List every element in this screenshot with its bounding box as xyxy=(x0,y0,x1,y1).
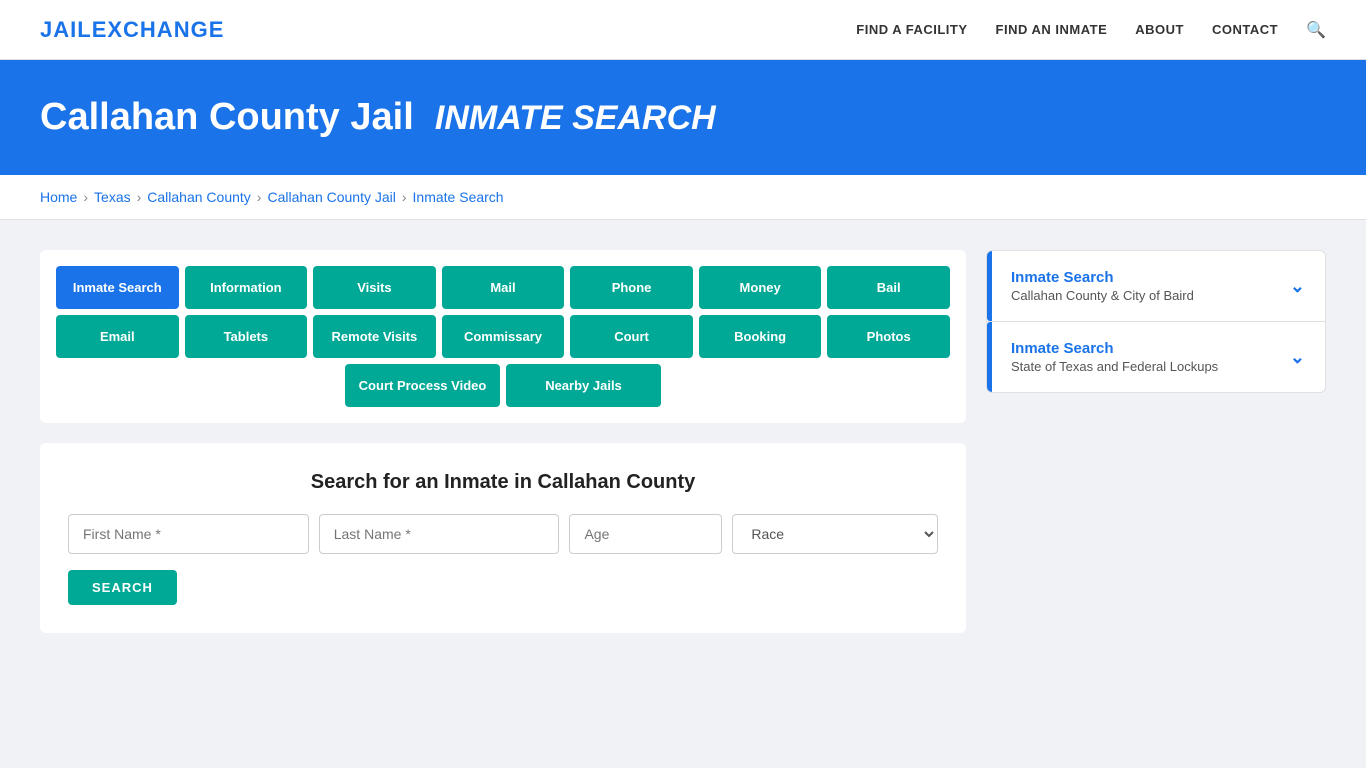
btn-visits[interactable]: Visits xyxy=(313,266,436,309)
sidebar-item-2-title: Inmate Search xyxy=(1011,340,1218,357)
btn-mail[interactable]: Mail xyxy=(442,266,565,309)
hero-title-main: Callahan County Jail xyxy=(40,96,414,138)
breadcrumb-sep-4: › xyxy=(402,189,407,205)
left-column: Inmate Search Information Visits Mail Ph… xyxy=(40,250,966,633)
sidebar-item-1-title: Inmate Search xyxy=(1011,269,1194,286)
sidebar-item-2-left: Inmate Search State of Texas and Federal… xyxy=(1011,340,1218,374)
btn-inmate-search[interactable]: Inmate Search xyxy=(56,266,179,309)
breadcrumb-sep-1: › xyxy=(83,189,88,205)
main-content: Inmate Search Information Visits Mail Ph… xyxy=(0,220,1366,663)
breadcrumb: Home › Texas › Callahan County › Callaha… xyxy=(40,189,1326,205)
search-title: Search for an Inmate in Callahan County xyxy=(68,471,938,494)
age-input[interactable] xyxy=(569,514,722,554)
site-logo[interactable]: JAILEXCHANGE xyxy=(40,17,224,43)
chevron-down-icon-1: ⌄ xyxy=(1290,276,1305,297)
breadcrumb-callahan-county[interactable]: Callahan County xyxy=(147,189,251,205)
nav-find-facility[interactable]: FIND A FACILITY xyxy=(856,22,967,37)
first-name-input[interactable] xyxy=(68,514,309,554)
search-form: Race White Black Hispanic Asian Other xyxy=(68,514,938,554)
btn-money[interactable]: Money xyxy=(699,266,822,309)
hero-section: Callahan County Jail INMATE SEARCH xyxy=(0,60,1366,175)
last-name-input[interactable] xyxy=(319,514,560,554)
nav-btn-row3: Court Process Video Nearby Jails xyxy=(56,364,950,407)
site-header: JAILEXCHANGE FIND A FACILITY FIND AN INM… xyxy=(0,0,1366,60)
sidebar-item-2-subtitle: State of Texas and Federal Lockups xyxy=(1011,359,1218,374)
btn-booking[interactable]: Booking xyxy=(699,315,822,358)
search-icon[interactable]: 🔍 xyxy=(1306,20,1326,40)
sidebar-blue-bar-1 xyxy=(987,251,992,321)
page-title: Callahan County Jail INMATE SEARCH xyxy=(40,96,1326,139)
logo-jail: JAIL xyxy=(40,17,92,42)
sidebar-item-1-left: Inmate Search Callahan County & City of … xyxy=(1011,269,1194,303)
btn-commissary[interactable]: Commissary xyxy=(442,315,565,358)
search-button[interactable]: SEARCH xyxy=(68,570,177,605)
hero-title-italic: INMATE SEARCH xyxy=(435,99,716,137)
btn-court[interactable]: Court xyxy=(570,315,693,358)
chevron-down-icon-2: ⌄ xyxy=(1290,347,1305,368)
breadcrumb-callahan-county-jail[interactable]: Callahan County Jail xyxy=(267,189,395,205)
btn-photos[interactable]: Photos xyxy=(827,315,950,358)
main-nav: FIND A FACILITY FIND AN INMATE ABOUT CON… xyxy=(856,20,1326,40)
sidebar-item-1[interactable]: Inmate Search Callahan County & City of … xyxy=(987,251,1325,321)
sidebar-item-wrapper-1: Inmate Search Callahan County & City of … xyxy=(987,251,1325,322)
sidebar-item-wrapper-2: Inmate Search State of Texas and Federal… xyxy=(987,322,1325,392)
race-select[interactable]: Race White Black Hispanic Asian Other xyxy=(732,514,938,554)
btn-phone[interactable]: Phone xyxy=(570,266,693,309)
nav-btn-row1: Inmate Search Information Visits Mail Ph… xyxy=(56,266,950,309)
search-card: Search for an Inmate in Callahan County … xyxy=(40,443,966,633)
breadcrumb-bar: Home › Texas › Callahan County › Callaha… xyxy=(0,175,1366,220)
breadcrumb-texas[interactable]: Texas xyxy=(94,189,131,205)
sidebar-item-1-subtitle: Callahan County & City of Baird xyxy=(1011,288,1194,303)
breadcrumb-sep-3: › xyxy=(257,189,262,205)
logo-exchange: EXCHANGE xyxy=(92,17,225,42)
nav-find-inmate[interactable]: FIND AN INMATE xyxy=(996,22,1108,37)
right-sidebar: Inmate Search Callahan County & City of … xyxy=(986,250,1326,393)
sidebar-item-2[interactable]: Inmate Search State of Texas and Federal… xyxy=(987,322,1325,392)
nav-contact[interactable]: CONTACT xyxy=(1212,22,1278,37)
sidebar-card: Inmate Search Callahan County & City of … xyxy=(986,250,1326,393)
btn-nearby-jails[interactable]: Nearby Jails xyxy=(506,364,661,407)
nav-btn-row2: Email Tablets Remote Visits Commissary C… xyxy=(56,315,950,358)
breadcrumb-sep-2: › xyxy=(137,189,142,205)
nav-buttons-section: Inmate Search Information Visits Mail Ph… xyxy=(40,250,966,423)
breadcrumb-current: Inmate Search xyxy=(413,189,504,205)
btn-tablets[interactable]: Tablets xyxy=(185,315,308,358)
btn-remote-visits[interactable]: Remote Visits xyxy=(313,315,436,358)
btn-email[interactable]: Email xyxy=(56,315,179,358)
btn-bail[interactable]: Bail xyxy=(827,266,950,309)
sidebar-blue-bar-2 xyxy=(987,322,992,392)
btn-information[interactable]: Information xyxy=(185,266,308,309)
breadcrumb-home[interactable]: Home xyxy=(40,189,77,205)
nav-about[interactable]: ABOUT xyxy=(1135,22,1184,37)
btn-court-process-video[interactable]: Court Process Video xyxy=(345,364,500,407)
